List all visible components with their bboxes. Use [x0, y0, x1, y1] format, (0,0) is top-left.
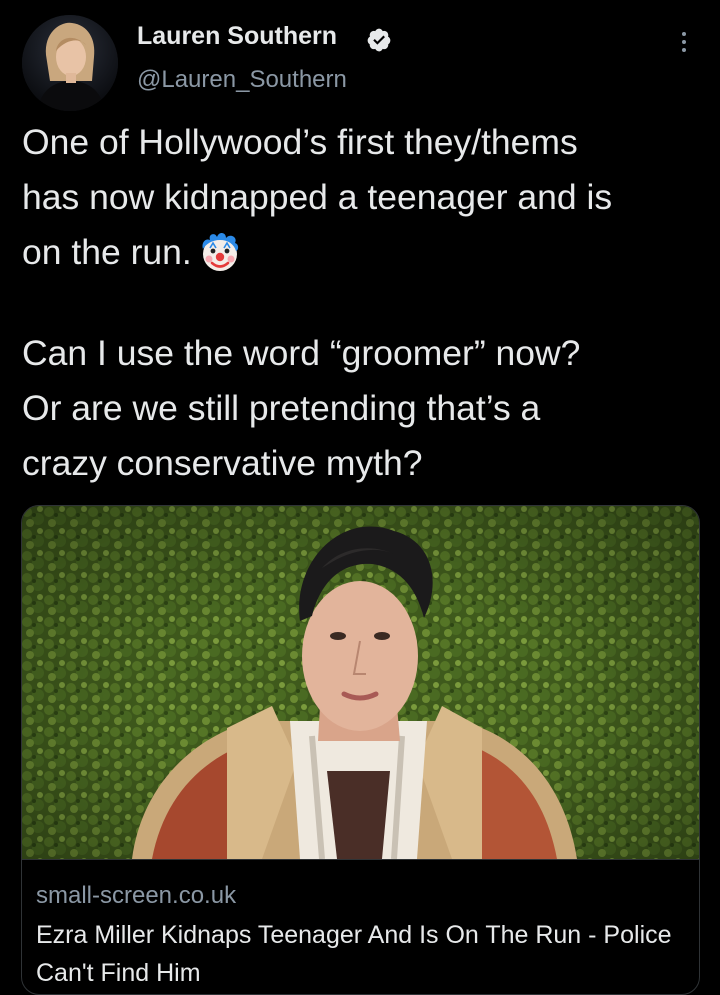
tweet-line: One of Hollywood’s first they/thems: [22, 122, 578, 162]
tweet-line: Or are we still pretending that’s a: [22, 388, 541, 428]
handle[interactable]: @Lauren_Southern: [137, 66, 347, 94]
tweet: Lauren Southern @Lauren_Southern One of …: [0, 0, 720, 995]
tweet-line: has now kidnapped a teenager and is: [22, 177, 613, 217]
more-dots-icon: [682, 32, 686, 36]
article-photo-icon: [22, 506, 699, 859]
more-options-button[interactable]: [664, 26, 704, 58]
link-card-info[interactable]: small-screen.co.uk Ezra Miller Kidnaps T…: [22, 859, 699, 994]
link-card-title: Ezra Miller Kidnaps Teenager And Is On T…: [36, 921, 672, 987]
tweet-line: on the run.: [22, 225, 702, 280]
display-name[interactable]: Lauren Southern: [137, 22, 337, 51]
verified-badge-icon: [367, 28, 391, 52]
link-card-domain: small-screen.co.uk: [36, 882, 237, 909]
tweet-text: One of Hollywood’s first they/thems has …: [22, 115, 702, 491]
tweet-line: Can I use the word “groomer” now?: [22, 333, 581, 373]
profile-photo-icon: [22, 15, 118, 111]
avatar[interactable]: [22, 15, 118, 111]
link-card[interactable]: small-screen.co.uk Ezra Miller Kidnaps T…: [21, 505, 700, 995]
clown-face-emoji-icon: [202, 232, 238, 271]
tweet-line: crazy conservative myth?: [22, 443, 423, 483]
